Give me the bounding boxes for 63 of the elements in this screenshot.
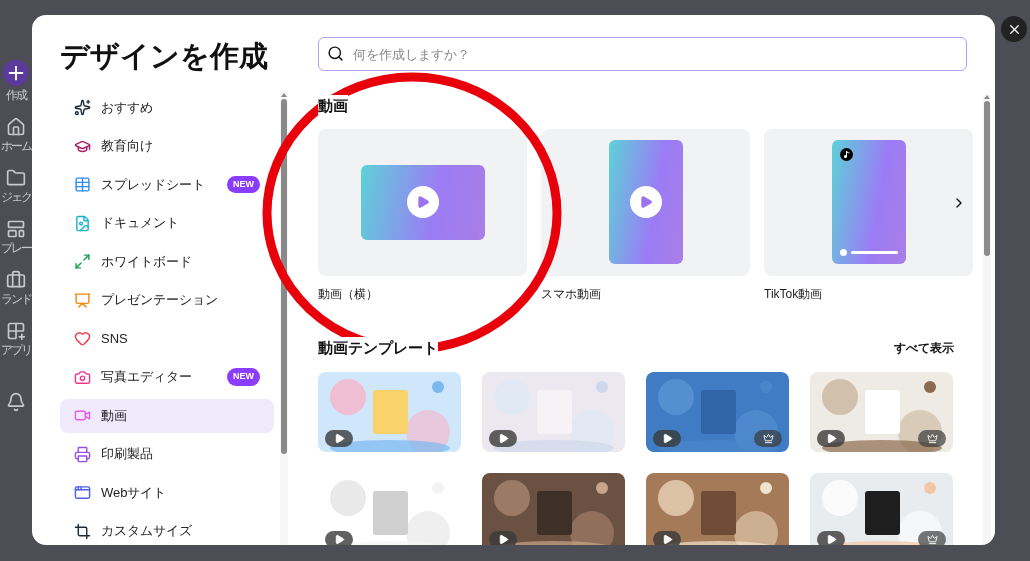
category-item[interactable]: ホワイトボード (60, 244, 274, 279)
format-card[interactable] (318, 128, 527, 276)
template-icon[interactable] (6, 219, 26, 239)
format-card[interactable] (764, 128, 973, 276)
dialog-title: デザインを作成 (59, 39, 269, 74)
heart-icon (74, 330, 91, 347)
section-title: 動画テンプレート (318, 336, 438, 359)
see-all-link[interactable]: すべて表示 (894, 338, 954, 357)
new-badge: NEW (227, 175, 260, 194)
category-item[interactable]: スプレッドシート NEW (60, 167, 274, 202)
format-label: スマホ動画 (541, 285, 602, 303)
category-item[interactable]: 教育向け (60, 129, 274, 163)
play-icon (817, 430, 845, 447)
category-item[interactable]: Webサイト (60, 475, 274, 510)
presentation-icon (74, 291, 91, 309)
music-note-icon (839, 148, 853, 161)
sidebar-label: アプリ (1, 344, 31, 356)
progress-bar-icon (839, 249, 898, 256)
section-title: 動画 (318, 95, 348, 118)
play-icon (653, 531, 681, 545)
play-icon (325, 531, 353, 545)
sparkles-icon (74, 99, 91, 116)
home-icon[interactable] (6, 117, 26, 137)
new-badge: NEW (227, 368, 260, 386)
sidebar-label: プレー (1, 242, 31, 254)
category-item[interactable]: 印刷製品 (60, 437, 274, 471)
category-item[interactable]: 写真エディター NEW (60, 360, 274, 394)
search-field[interactable]: 何を作成しますか？ (318, 37, 967, 71)
bell-icon[interactable] (6, 392, 26, 412)
category-item[interactable]: 動画 (60, 398, 274, 433)
category-item[interactable]: プレゼンテーション (60, 283, 274, 317)
search-icon (327, 45, 344, 62)
close-button[interactable] (1001, 16, 1027, 42)
category-item[interactable]: SNS (60, 321, 274, 356)
format-card[interactable] (541, 128, 750, 276)
sidebar-label: ジェク (1, 191, 31, 203)
format-label: TikTok動画 (764, 285, 824, 303)
document-icon (74, 214, 91, 232)
play-icon (653, 430, 681, 447)
category-item[interactable]: ドキュメント (60, 206, 274, 240)
format-label: 動画（横） (318, 285, 379, 303)
scrollbar-thumb[interactable] (984, 101, 990, 256)
folder-icon[interactable] (6, 168, 26, 188)
play-icon (489, 430, 517, 447)
browser-icon (74, 484, 91, 501)
play-icon (629, 186, 662, 218)
crop-icon (74, 522, 91, 540)
category-item[interactable]: おすすめ (60, 90, 274, 125)
apps-icon[interactable] (6, 321, 26, 341)
printer-icon (74, 445, 91, 463)
table-icon (74, 176, 91, 193)
scroll-up-icon[interactable] (984, 95, 990, 99)
sidebar-label: ランド (1, 293, 31, 305)
sidebar-label: 作成 (6, 89, 26, 101)
play-icon (817, 531, 845, 545)
play-icon (489, 531, 517, 545)
category-item[interactable]: カスタムサイズ (60, 514, 274, 545)
scrollbar-thumb[interactable] (281, 98, 287, 454)
sidebar-label: ホーム (1, 140, 31, 152)
play-icon (406, 186, 439, 218)
camera-icon (74, 368, 91, 386)
plus-icon[interactable] (3, 60, 29, 86)
play-icon (325, 430, 353, 447)
